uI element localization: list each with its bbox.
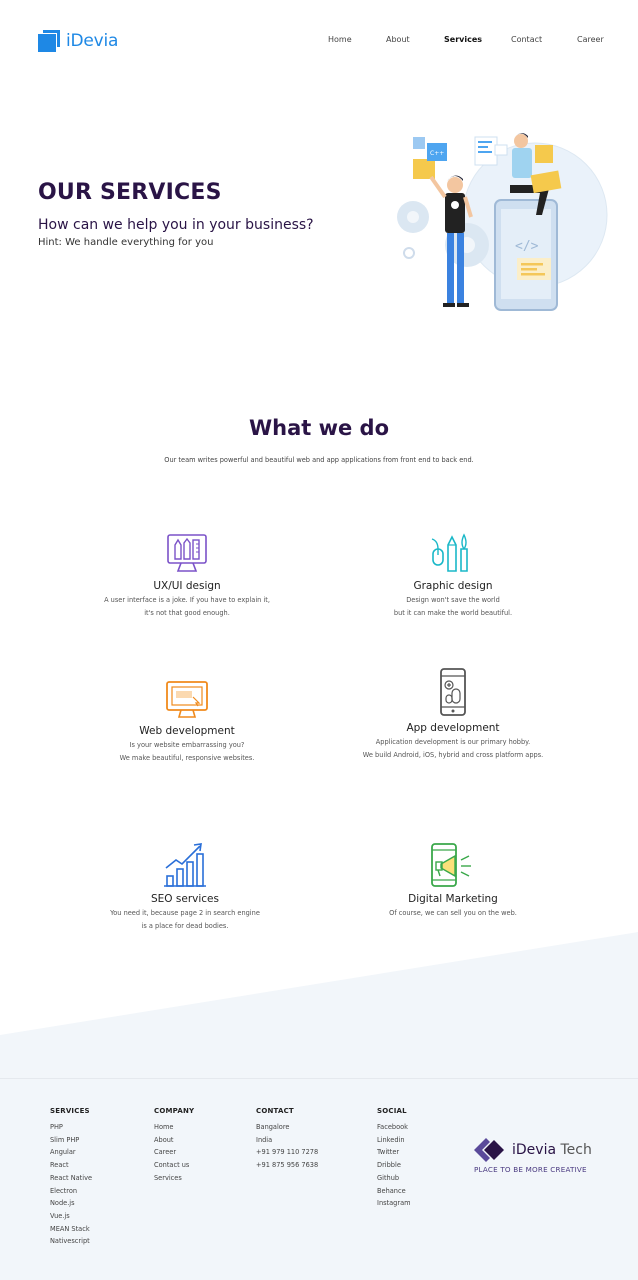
service-desc-line2: but it can make the world beautiful. [393,609,513,617]
footer-services-column: SERVICES PHP Slim PHP Angular React Reac… [50,1107,92,1248]
hero-subtitle: How can we help you in your business? [38,217,314,233]
footer-link[interactable]: Slim PHP [50,1134,92,1147]
footer-heading: CONTACT [256,1107,294,1115]
hero-hint: Hint: We handle everything for you [38,237,214,248]
service-desc-line1: Application development is our primary h… [375,738,531,746]
design-tools-icon [167,534,207,572]
footer-link[interactable]: Nativescript [50,1235,92,1248]
footer-phone[interactable]: +91 875 956 7638 [256,1159,318,1172]
footer-heading: SERVICES [50,1107,90,1115]
site-header: iDevia Home About Services Contact Caree… [0,0,638,80]
service-title: Web development [139,725,235,737]
footer-link[interactable]: Services [154,1172,194,1185]
service-title: App development [406,722,500,734]
footer-link[interactable]: Vue.js [50,1210,92,1223]
nav-career[interactable]: Career [577,35,604,44]
footer-contact-column: CONTACT Bangalore India +91 979 110 7278… [256,1107,318,1172]
service-web-development[interactable]: Web development Is your website embarras… [67,678,307,765]
nav-home[interactable]: Home [328,35,352,44]
footer-company-column: COMPANY Home About Career Contact us Ser… [154,1107,194,1185]
brand-name: iDevia Tech [512,1142,592,1158]
smartphone-icon [440,668,466,716]
footer-link[interactable]: React [50,1159,92,1172]
brand-tagline: PLACE TO BE MORE CREATIVE [474,1165,587,1174]
footer-link[interactable]: Electron [50,1185,92,1198]
service-title: Digital Marketing [408,893,498,905]
service-title: Graphic design [413,580,493,592]
brushes-icon [431,533,468,572]
footer-link[interactable]: Twitter [377,1146,411,1159]
footer-link[interactable]: Contact us [154,1159,194,1172]
footer-link[interactable]: Behance [377,1185,411,1198]
service-desc-line1: A user interface is a joke. If you have … [104,596,270,604]
service-uxui[interactable]: UX/UI design A user interface is a joke.… [67,531,307,620]
footer-contact-item: Bangalore [256,1123,290,1131]
section-title: What we do [248,416,390,440]
footer-brand[interactable]: iDevia Tech PLACE TO BE MORE CREATIVE [474,1138,592,1174]
footer-link[interactable]: PHP [50,1121,92,1134]
brand-logo-icon [474,1138,504,1162]
footer-link[interactable]: Career [154,1146,194,1159]
service-desc-line1: Of course, we can sell you on the web. [389,909,517,917]
footer-link[interactable]: Linkedin [377,1134,411,1147]
service-desc-line1: You need it, because page 2 in search en… [110,909,260,917]
service-desc-line1: Design won't save the world [406,596,500,604]
monitor-icon [166,681,208,718]
footer-link[interactable]: Node.js [50,1197,92,1210]
footer-link[interactable]: MEAN Stack [50,1223,92,1236]
footer-heading: COMPANY [154,1107,195,1115]
footer-link[interactable]: About [154,1134,194,1147]
footer-link[interactable]: Angular [50,1146,92,1159]
footer-social-column: SOCIAL Facebook Linkedin Twitter Dribble… [377,1107,411,1210]
footer-link[interactable]: Facebook [377,1121,411,1134]
hero-illustration: </> C++ [397,132,608,311]
hero-title: OUR SERVICES [38,180,222,205]
service-graphic-design[interactable]: Graphic design Design won't save the wor… [333,531,573,620]
footer-link[interactable]: Instagram [377,1197,411,1210]
site-footer [0,1078,638,1280]
service-seo[interactable]: SEO services You need it, because page 2… [65,840,305,933]
footer-phone[interactable]: +91 979 110 7278 [256,1146,318,1159]
service-desc-line1: Is your website embarrassing you? [129,741,245,749]
service-desc-line2: it's not that good enough. [144,609,230,617]
footer-link[interactable]: Dribble [377,1159,411,1172]
nav-services[interactable]: Services [444,35,482,44]
hero-art-code-label: </> [515,239,539,254]
footer-heading: SOCIAL [377,1107,407,1115]
footer-link[interactable]: Github [377,1172,411,1185]
service-title: SEO services [151,893,219,905]
service-desc-line2: We make beautiful, responsive websites. [119,754,255,762]
footer-contact-item: India [256,1135,273,1144]
service-desc-line2: We build Android, iOS, hybrid and cross … [362,751,544,759]
nav-about[interactable]: About [386,35,410,44]
main-nav: Home About Services Contact Career [0,35,638,47]
growth-chart-icon [164,843,206,887]
section-subtitle: Our team writes powerful and beautiful w… [164,456,474,464]
service-title: UX/UI design [153,580,221,592]
hero-art-cpp-label: C++ [430,150,444,157]
service-digital-marketing[interactable]: Digital Marketing Of course, we can sell… [333,842,573,920]
megaphone-phone-icon [431,843,471,887]
footer-link[interactable]: React Native [50,1172,92,1185]
footer-link[interactable]: Home [154,1121,194,1134]
nav-contact[interactable]: Contact [511,35,542,44]
section-divider-wedge [0,932,638,1080]
service-app-development[interactable]: App development Application development … [333,667,573,762]
